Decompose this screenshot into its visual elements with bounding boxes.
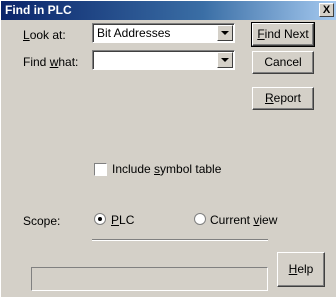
dialog-title: Find in PLC [5, 3, 72, 17]
close-button[interactable]: X [319, 3, 334, 17]
scope-plc-radio[interactable] [94, 213, 106, 225]
scope-label: Scope: [23, 214, 61, 228]
look-at-dropdown[interactable]: Bit Addresses [92, 23, 235, 43]
chevron-down-icon[interactable] [217, 52, 233, 68]
scope-plc-label[interactable]: PLC [111, 213, 134, 227]
find-next-button[interactable]: Find Next [251, 22, 315, 47]
find-in-plc-dialog: Find in PLC X Look at: Bit Addresses Fin… [0, 0, 336, 297]
status-field [31, 267, 268, 291]
help-button[interactable]: Help [277, 252, 325, 287]
look-at-value: Bit Addresses [97, 26, 171, 40]
chevron-down-icon[interactable] [217, 25, 233, 41]
scope-current-view-label[interactable]: Current view [210, 213, 277, 227]
include-symbol-table-checkbox[interactable] [94, 163, 107, 176]
find-what-label: Find what: [23, 55, 79, 69]
close-icon: X [322, 4, 331, 16]
divider [92, 239, 268, 241]
scope-current-view-radio[interactable] [194, 213, 206, 225]
include-symbol-table-label[interactable]: Include symbol table [112, 162, 221, 176]
find-what-input[interactable] [92, 50, 235, 70]
look-at-label: Look at: [23, 28, 66, 42]
title-bar[interactable]: Find in PLC X [1, 1, 336, 20]
cancel-button[interactable]: Cancel [252, 51, 314, 74]
report-button[interactable]: Report [252, 87, 314, 110]
